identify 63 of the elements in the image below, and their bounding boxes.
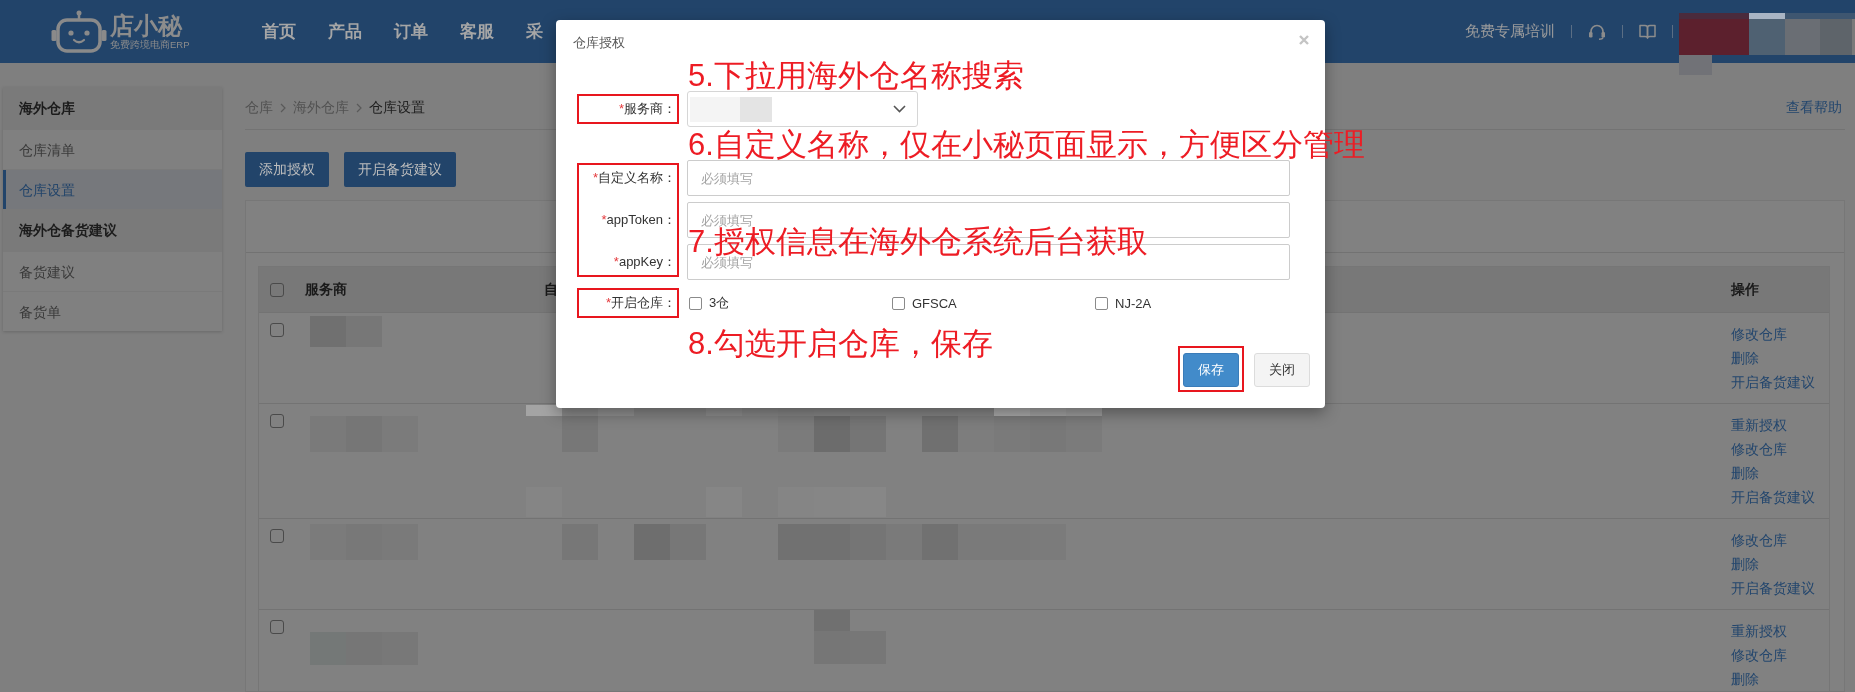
select-all-checkbox[interactable]	[270, 282, 284, 297]
field-label: *appKey：	[613, 254, 676, 270]
toolbar-button[interactable]: 开启备货建议	[344, 152, 456, 187]
checkbox-label: 3仓	[709, 294, 730, 312]
sidebar-item[interactable]: 备货单	[3, 291, 222, 331]
sidebar-section-title: 海外仓备货建议	[3, 209, 222, 251]
nav-item[interactable]: 首页	[262, 19, 296, 44]
action-link[interactable]: 修改仓库	[1731, 643, 1787, 667]
headset-icon[interactable]	[1588, 23, 1606, 40]
text-input[interactable]: 必须填写	[687, 160, 1290, 196]
field-label: *服务商：	[618, 101, 676, 117]
sidebar-item[interactable]: 仓库设置	[3, 169, 222, 209]
row-checkbox[interactable]	[270, 323, 284, 337]
logo-text: 店小秘	[110, 12, 182, 39]
column-header: 操作	[1731, 281, 1759, 297]
action-link[interactable]: 删除	[1731, 667, 1759, 691]
action-link[interactable]: 开启备货建议	[1731, 370, 1815, 394]
help-link[interactable]: 查看帮助	[1786, 99, 1842, 117]
sidebar-section-title: 海外仓库	[3, 87, 222, 129]
toolbar-button[interactable]: 添加授权	[245, 152, 329, 187]
book-icon[interactable]	[1639, 24, 1656, 39]
chevron-down-icon	[893, 105, 906, 113]
annotation-text: 8.勾选开启仓库，保存	[688, 328, 993, 359]
dialog-title: 仓库授权	[573, 35, 625, 50]
close-icon[interactable]	[1299, 35, 1309, 45]
dropdown-select[interactable]	[687, 91, 918, 127]
nav-item[interactable]: 客服	[460, 19, 494, 44]
logo-tagline: 免费跨境电商ERP	[110, 39, 190, 51]
column-header: 自	[544, 281, 558, 297]
sidebar-item[interactable]: 备货建议	[3, 251, 222, 291]
action-link[interactable]: 重新授权	[1731, 413, 1787, 437]
row-checkbox[interactable]	[270, 620, 284, 634]
checkbox-label: GFSCA	[912, 295, 957, 311]
nav-item[interactable]: 订单	[394, 19, 428, 44]
annotation-text: 5.下拉用海外仓名称搜索	[688, 60, 1024, 91]
action-link[interactable]: 修改仓库	[1731, 528, 1787, 552]
row-checkbox[interactable]	[270, 414, 284, 428]
action-link[interactable]: 重新授权	[1731, 619, 1787, 643]
secondary-button[interactable]: 关闭	[1254, 353, 1310, 387]
field-label: *appToken：	[601, 212, 676, 228]
field-label: *开启仓库：	[605, 295, 676, 311]
row-checkbox[interactable]	[270, 529, 284, 543]
checkbox-label: NJ-2A	[1115, 295, 1152, 311]
action-link[interactable]: 删除	[1731, 461, 1759, 485]
action-link[interactable]: 修改仓库	[1731, 322, 1787, 346]
primary-button[interactable]: 保存	[1183, 353, 1239, 387]
checkbox[interactable]	[1095, 296, 1108, 310]
action-link[interactable]: 开启备货建议	[1731, 485, 1815, 509]
checkbox[interactable]	[892, 296, 905, 310]
training-link[interactable]: 免费专属培训	[1465, 22, 1555, 41]
column-header: 服务商	[305, 281, 347, 297]
action-link[interactable]: 开启备货建议	[1731, 576, 1815, 600]
breadcrumb-current: 仓库设置	[369, 99, 425, 117]
action-link[interactable]: 删除	[1731, 552, 1759, 576]
action-link[interactable]: 删除	[1731, 346, 1759, 370]
robot-logo-icon[interactable]	[51, 10, 107, 53]
action-link[interactable]: 修改仓库	[1731, 437, 1787, 461]
field-label: *自定义名称：	[592, 170, 676, 186]
chevron-right-icon	[356, 103, 362, 113]
checkbox[interactable]	[689, 296, 702, 310]
chevron-right-icon	[280, 103, 286, 113]
nav-item[interactable]: 采	[526, 19, 543, 44]
nav-item[interactable]: 产品	[328, 19, 362, 44]
